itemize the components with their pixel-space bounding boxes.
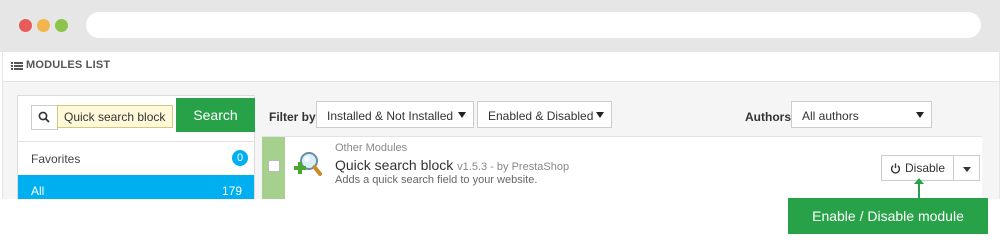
select-value: Installed & Not Installed [327, 109, 454, 123]
search-input[interactable] [57, 105, 173, 128]
row-checkbox[interactable] [268, 160, 280, 172]
maximize-window-dot[interactable] [55, 19, 68, 32]
minimize-window-dot[interactable] [37, 19, 50, 32]
category-count: 179 [221, 184, 242, 198]
search-button[interactable]: Search [176, 98, 255, 132]
panel-title: MODULES LIST [26, 59, 111, 71]
row-select[interactable] [262, 137, 285, 200]
address-bar[interactable] [86, 12, 981, 38]
panel-header: MODULES LIST [3, 52, 999, 82]
category-all[interactable]: All 179 [18, 175, 254, 200]
module-meta: v1.5.3 - by PrestaShop [457, 161, 570, 173]
power-icon [890, 162, 901, 174]
callout-label: Enable / Disable module [788, 198, 988, 234]
disable-label: Disable [904, 161, 946, 175]
module-title: Quick search block [335, 157, 454, 173]
category-label: All [31, 184, 45, 198]
enabled-status-select[interactable]: Enabled & Disabled [477, 101, 612, 128]
module-row: Other Modules Quick search block v1.5.3 … [262, 136, 982, 200]
actions-dropdown-button[interactable] [954, 155, 980, 181]
browser-chrome [0, 0, 1000, 52]
category-favorites[interactable]: Favorites 0 [18, 142, 254, 175]
caret-down-icon [458, 112, 466, 118]
caret-down-icon [916, 112, 924, 118]
module-name: Quick search block v1.5.3 - by PrestaSho… [335, 157, 569, 173]
arrow-up-icon [914, 178, 924, 184]
module-logo-icon [292, 148, 322, 182]
select-value: Enabled & Disabled [488, 109, 594, 123]
list-icon [11, 62, 23, 71]
close-window-dot[interactable] [19, 19, 32, 32]
category-label: Favorites [31, 152, 81, 166]
module-category: Other Modules [335, 142, 408, 154]
search-row: Search [18, 96, 255, 142]
count-badge: 0 [232, 150, 248, 166]
authors-label: Authors [745, 110, 791, 124]
select-value: All authors [802, 109, 859, 123]
module-description: Adds a quick search field to your websit… [335, 174, 538, 186]
callout-pointer [918, 183, 920, 199]
filter-label: Filter by [269, 110, 316, 124]
caret-down-icon [963, 167, 971, 172]
authors-select[interactable]: All authors [791, 101, 932, 128]
install-status-select[interactable]: Installed & Not Installed [316, 101, 474, 128]
category-sidebar: Search Favorites 0 All 179 [17, 95, 255, 201]
search-icon [31, 105, 58, 130]
caret-down-icon [596, 112, 604, 118]
